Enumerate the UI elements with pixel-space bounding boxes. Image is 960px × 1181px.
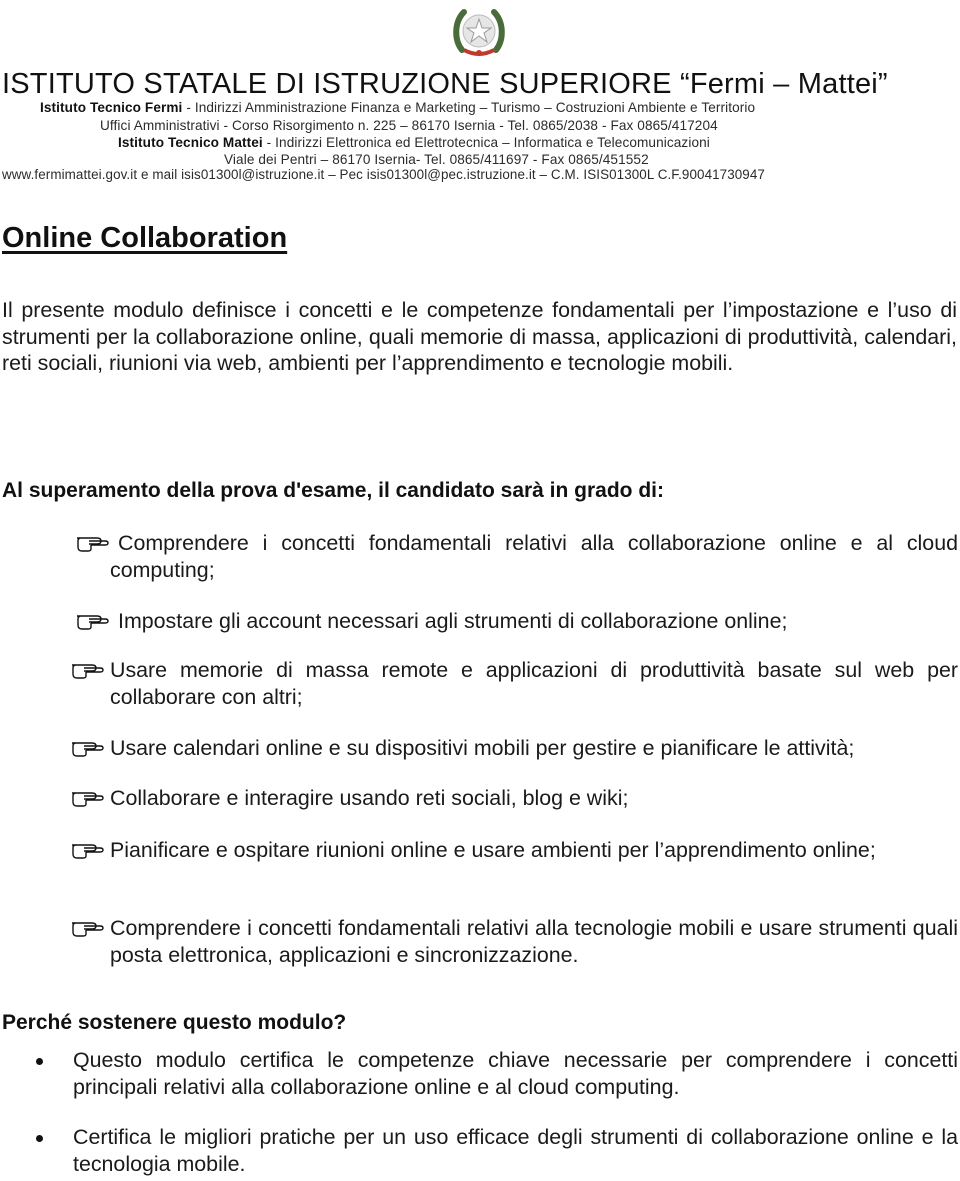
- objective-text: Comprendere i concetti fondamentali rela…: [110, 531, 958, 582]
- letterhead-line-address: Viale dei Pentri – 86170 Isernia- Tel. 0…: [224, 152, 649, 167]
- why-heading: Perché sostenere questo modulo?: [2, 1011, 347, 1034]
- fermi-label: Istituto Tecnico Fermi: [40, 100, 183, 115]
- mattei-label: Istituto Tecnico Mattei: [118, 135, 263, 150]
- objective-text: Usare calendari online e su dispositivi …: [110, 736, 855, 760]
- letterhead-line-mattei: Istituto Tecnico Mattei - Indirizzi Elet…: [118, 135, 710, 150]
- objective-text: Collaborare e interagire usando reti soc…: [110, 786, 629, 810]
- intro-paragraph: Il presente modulo definisce i concetti …: [2, 298, 957, 375]
- document-title: Online Collaboration: [2, 222, 288, 254]
- fermi-details: - Indirizzi Amministrazione Finanza e Ma…: [182, 100, 756, 115]
- letterhead-line-contacts: www.fermimattei.gov.it e mail isis01300l…: [2, 167, 765, 182]
- pointing-hand-icon: [70, 917, 106, 937]
- pointing-hand-icon: [70, 787, 106, 807]
- why-text: Certifica le migliori pratiche per un us…: [73, 1125, 958, 1176]
- objective-text: Usare memorie di massa remote e applicaz…: [110, 658, 958, 709]
- pointing-hand-icon: [70, 737, 106, 757]
- pointing-hand-icon: [75, 532, 111, 552]
- objective-text: Comprendere i concetti fondamentali rela…: [110, 916, 958, 967]
- letterhead: ISTITUTO STATALE DI ISTRUZIONE SUPERIORE…: [0, 0, 960, 190]
- pointing-hand-icon: [70, 839, 106, 859]
- pointing-hand-icon: [70, 659, 106, 679]
- letterhead-line-offices: Uffici Amministrativi - Corso Risorgimen…: [100, 118, 718, 133]
- pointing-hand-icon: [75, 610, 111, 630]
- letterhead-line-fermi: Istituto Tecnico Fermi - Indirizzi Ammin…: [40, 100, 755, 115]
- objectives-heading: Al superamento della prova d'esame, il c…: [2, 479, 665, 502]
- italian-republic-emblem-icon: [453, 9, 505, 56]
- bullet-icon: [36, 1058, 43, 1065]
- bullet-icon: [36, 1135, 43, 1142]
- objective-text: Impostare gli account necessari agli str…: [118, 609, 788, 633]
- institution-name: ISTITUTO STATALE DI ISTRUZIONE SUPERIORE…: [2, 68, 888, 100]
- mattei-details: - Indirizzi Elettronica ed Elettrotecnic…: [262, 135, 710, 150]
- objective-text: Pianificare e ospitare riunioni online e…: [110, 838, 876, 862]
- why-text: Questo modulo certifica le competenze ch…: [73, 1048, 958, 1099]
